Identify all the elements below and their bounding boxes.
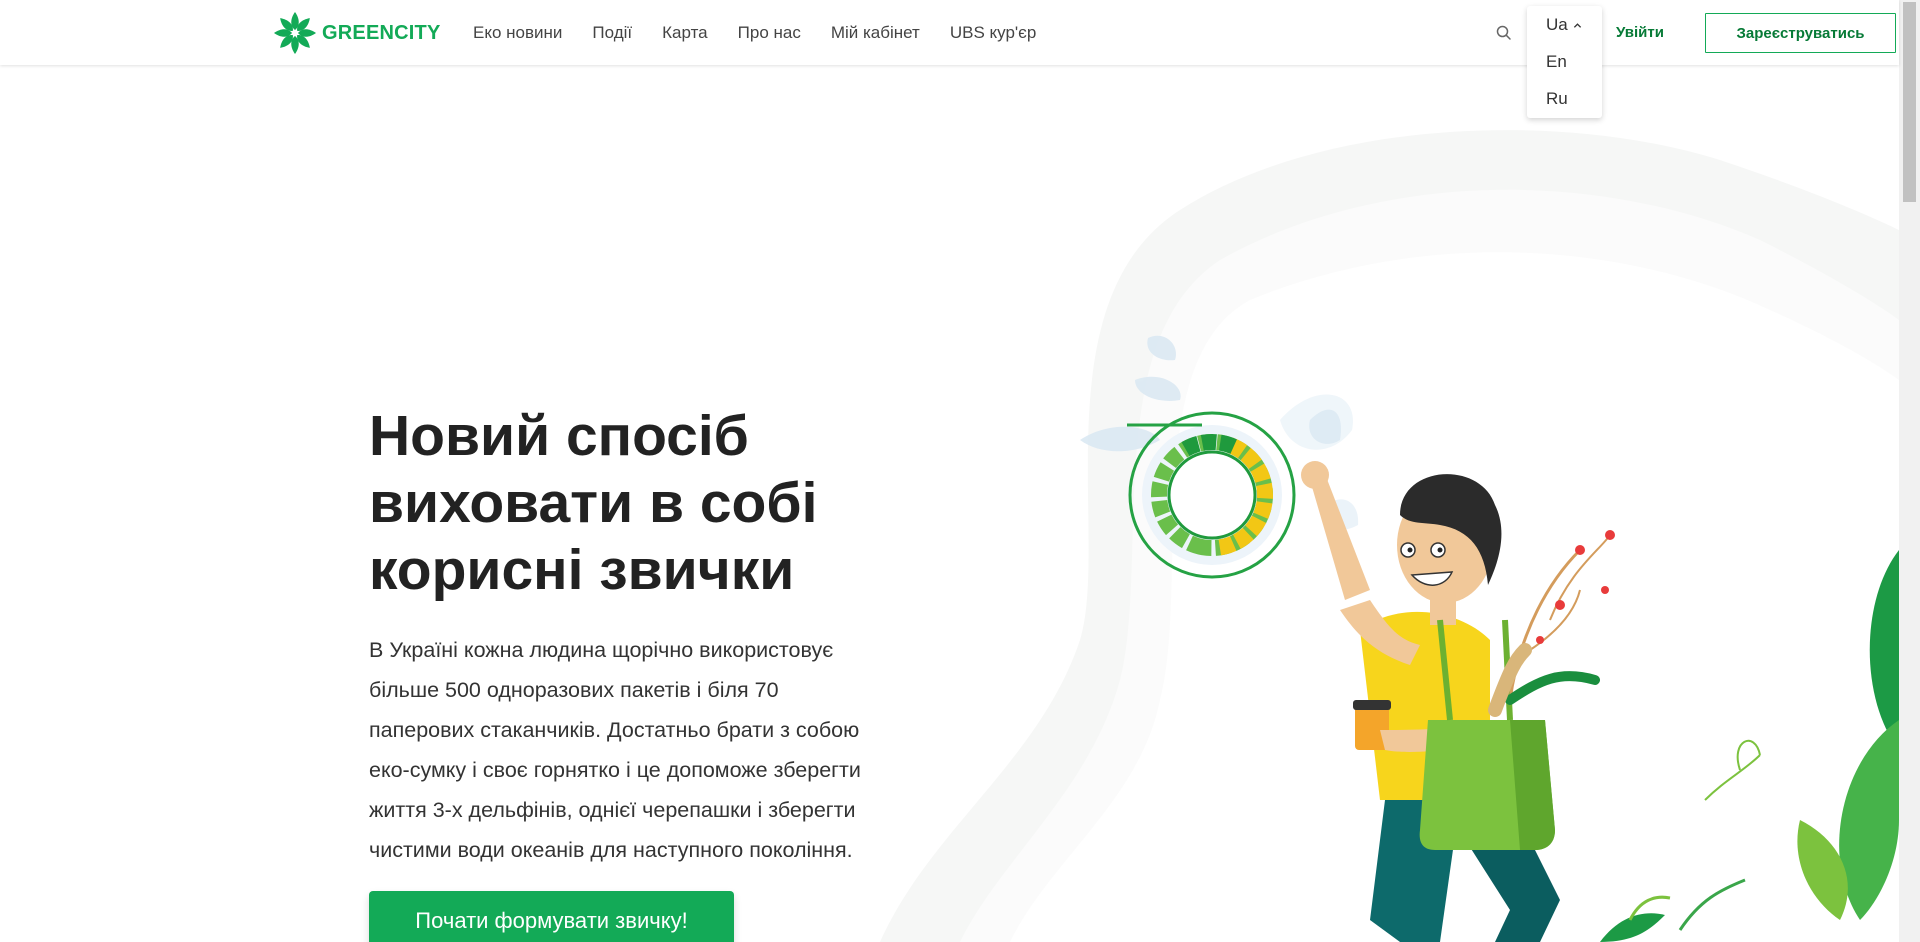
nav-item-map[interactable]: Карта: [662, 23, 708, 43]
start-habit-button[interactable]: Почати формувати звичку!: [369, 891, 734, 942]
decorative-plants: [1600, 550, 1899, 942]
nav-item-my-cabinet[interactable]: Мій кабінет: [831, 23, 920, 43]
search-icon[interactable]: [1495, 24, 1513, 42]
main-nav: Еко новини Події Карта Про нас Мій кабін…: [473, 23, 1066, 43]
register-button[interactable]: Зареєструватись: [1705, 13, 1896, 53]
habit-progress-ring: [1127, 411, 1296, 579]
nav-item-events[interactable]: Події: [592, 23, 632, 43]
language-dropdown: Ua En Ru: [1527, 6, 1602, 118]
nav-item-ubs-courier[interactable]: UBS кур'єр: [950, 23, 1036, 43]
site-header: GREENCITY Еко новини Події Карта Про нас…: [0, 0, 1899, 118]
language-option-en[interactable]: En: [1546, 52, 1567, 72]
character-man-illustration: [1301, 461, 1615, 942]
chevron-up-icon: [1573, 22, 1581, 28]
language-current[interactable]: Ua: [1546, 15, 1582, 35]
nav-item-eco-news[interactable]: Еко новини: [473, 23, 562, 43]
hero-description: В Україні кожна людина щорічно використо…: [369, 638, 861, 862]
hero-title: Новий спосіб виховати в собі корисні зви…: [369, 404, 818, 602]
language-current-label: Ua: [1546, 15, 1568, 34]
hero-illustration: [1080, 335, 1899, 942]
greencity-logo[interactable]: GREENCITY: [272, 10, 440, 56]
nav-item-about[interactable]: Про нас: [738, 23, 801, 43]
login-link[interactable]: Увійти: [1616, 24, 1664, 41]
language-option-ru[interactable]: Ru: [1546, 89, 1568, 109]
greencity-flower-logo-icon: [274, 12, 316, 54]
brand-name: GREENCITY: [322, 21, 441, 44]
scrollbar-thumb[interactable]: [1903, 2, 1916, 202]
page-scrollbar[interactable]: [1899, 0, 1920, 942]
